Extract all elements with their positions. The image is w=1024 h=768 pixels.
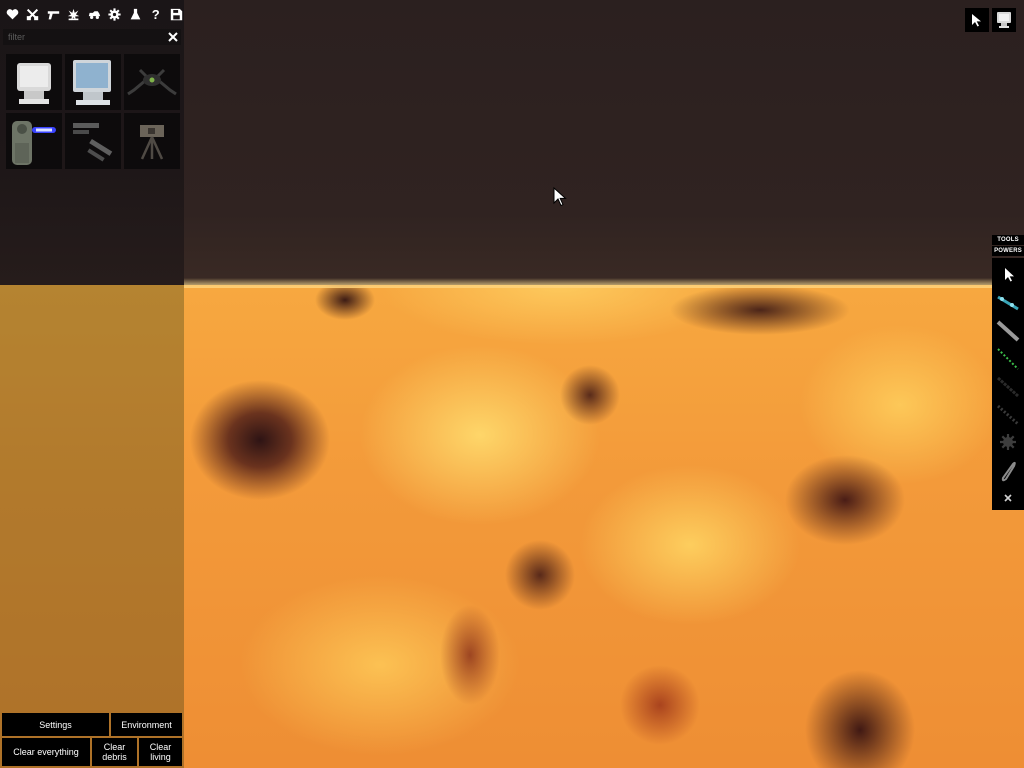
gun-icon[interactable] xyxy=(43,4,64,24)
catalog-item-white-monitor[interactable] xyxy=(6,54,62,110)
filter-bar xyxy=(3,29,181,45)
rope-icon xyxy=(996,404,1020,426)
explosion-icon[interactable] xyxy=(64,4,85,24)
environment-label: Environment xyxy=(121,719,172,730)
filter-input[interactable] xyxy=(5,29,161,45)
save-icon[interactable] xyxy=(166,4,187,24)
clear-living-button[interactable]: Clear living xyxy=(139,738,182,766)
mouse-cursor xyxy=(553,187,567,207)
catalog-item-tripod-camera[interactable] xyxy=(124,113,180,169)
tool-cable[interactable] xyxy=(992,372,1024,400)
settings-label: Settings xyxy=(39,719,72,730)
blue-screen-monitor-icon xyxy=(73,60,111,105)
help-glyph: ? xyxy=(151,6,160,22)
tool-eraser[interactable] xyxy=(992,484,1024,512)
gear-cog-icon xyxy=(1000,434,1016,450)
rod-icon xyxy=(996,320,1020,342)
spring-icon xyxy=(997,348,1019,370)
laser-emitter-icon xyxy=(12,121,56,165)
clear-debris-label-1: Clear xyxy=(103,742,126,752)
clear-everything-button[interactable]: Clear everything xyxy=(2,738,90,766)
close-icon[interactable] xyxy=(166,29,180,45)
crossed-swords-icon[interactable] xyxy=(23,4,44,24)
tab-powers-label: POWERS xyxy=(994,248,1022,254)
context-menu-button[interactable] xyxy=(992,8,1016,32)
environment-button[interactable]: Environment xyxy=(111,713,182,736)
eraser-icon xyxy=(1004,494,1012,502)
monitor-icon xyxy=(997,12,1011,28)
tool-rod[interactable] xyxy=(992,316,1024,344)
dark-spider-machine-icon xyxy=(127,68,177,96)
flask-icon[interactable] xyxy=(125,4,146,24)
tool-rope[interactable] xyxy=(992,400,1024,428)
pointer-icon xyxy=(972,14,981,27)
clear-debris-button[interactable]: Clear debris xyxy=(92,738,137,766)
category-toolbar: ? xyxy=(2,4,187,24)
catalog-item-metal-rods[interactable] xyxy=(65,113,121,169)
gear-icon[interactable] xyxy=(105,4,126,24)
tool-spring[interactable] xyxy=(992,344,1024,372)
settings-button[interactable]: Settings xyxy=(2,713,109,736)
tool-list xyxy=(992,258,1024,510)
spawn-menu-panel: ? xyxy=(0,0,184,285)
car-icon[interactable] xyxy=(84,4,105,24)
tab-powers[interactable]: POWERS xyxy=(992,246,1024,256)
question-icon[interactable]: ? xyxy=(146,4,167,24)
tab-tools-label: TOOLS xyxy=(997,237,1019,243)
white-monitor-icon xyxy=(17,63,51,104)
catalog-item-blue-monitor[interactable] xyxy=(65,54,121,110)
tool-pointer[interactable] xyxy=(992,260,1024,288)
pointer-icon xyxy=(1005,268,1014,282)
clear-debris-label-2: debris xyxy=(102,752,127,762)
drag-chain-icon xyxy=(997,295,1019,311)
catalog-item-spider-machine[interactable] xyxy=(124,54,180,110)
clear-living-label-1: Clear xyxy=(149,742,172,752)
tool-drag[interactable] xyxy=(992,288,1024,316)
lava-surface-glow xyxy=(184,278,992,288)
select-mode-button[interactable] xyxy=(965,8,989,32)
metal-rods-icon xyxy=(73,123,113,162)
tripod-camera-icon xyxy=(140,125,164,160)
tool-hook[interactable] xyxy=(992,456,1024,484)
cable-icon xyxy=(996,376,1020,398)
clear-living-label-2: living xyxy=(150,752,171,762)
catalog-item-laser-emitter[interactable] xyxy=(6,113,62,169)
clear-everything-label: Clear everything xyxy=(13,747,79,757)
tab-tools[interactable]: TOOLS xyxy=(992,235,1024,245)
hook-icon xyxy=(1001,461,1016,482)
tool-gear[interactable] xyxy=(992,428,1024,456)
heart-icon[interactable] xyxy=(2,4,23,24)
